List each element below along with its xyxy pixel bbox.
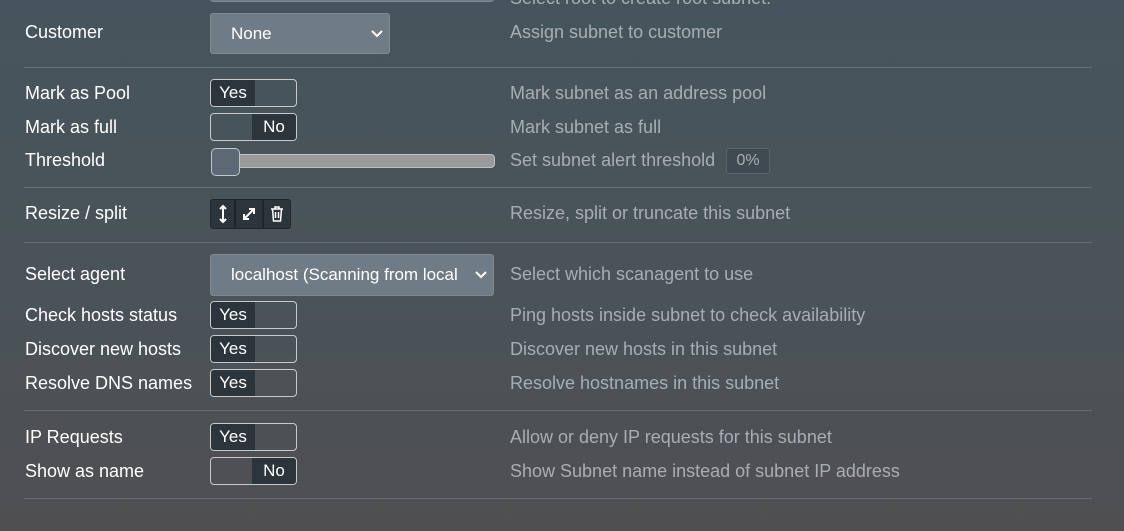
threshold-help: Set subnet alert threshold <box>510 150 716 170</box>
resize-help: Resize, split or truncate this subnet <box>510 203 791 223</box>
partial-select <box>210 0 494 2</box>
threshold-value-badge: 0% <box>726 148 770 174</box>
ip-requests-toggle[interactable]: Yes <box>210 423 297 451</box>
mark-pool-toggle[interactable]: Yes <box>210 79 297 107</box>
agent-select-value: localhost (Scanning from local <box>231 265 458 284</box>
check-hosts-help: Ping hosts inside subnet to check availa… <box>510 305 866 325</box>
customer-help: Assign subnet to customer <box>510 22 723 42</box>
chevron-down-icon <box>475 271 487 279</box>
resolve-dns-label: Resolve DNS names <box>25 373 193 393</box>
divider <box>24 242 1092 243</box>
ip-requests-help: Allow or deny IP requests for this subne… <box>510 427 832 447</box>
toggle-state: Yes <box>211 424 255 450</box>
discover-label: Discover new hosts <box>25 339 182 359</box>
expand-icon <box>243 208 255 220</box>
mark-full-help: Mark subnet as full <box>510 117 662 137</box>
mark-pool-help: Mark subnet as an address pool <box>510 83 767 103</box>
discover-toggle[interactable]: Yes <box>210 335 297 363</box>
divider <box>24 498 1092 499</box>
mark-full-toggle[interactable]: No <box>210 113 297 141</box>
resize-vertical-icon <box>218 204 227 224</box>
resize-button-group <box>210 199 291 229</box>
resize-label: Resize / split <box>25 203 128 223</box>
partial-help-text: Select root to create root subnet. <box>510 0 771 9</box>
customer-select[interactable]: None <box>210 13 390 54</box>
show-name-label: Show as name <box>25 461 145 481</box>
ip-requests-label: IP Requests <box>25 427 123 447</box>
mark-full-label: Mark as full <box>25 117 118 137</box>
toggle-state: Yes <box>211 80 255 106</box>
show-name-help: Show Subnet name instead of subnet IP ad… <box>510 461 900 481</box>
show-name-toggle[interactable]: No <box>210 457 297 485</box>
agent-select[interactable]: localhost (Scanning from local <box>210 254 494 296</box>
toggle-state: Yes <box>211 370 255 396</box>
split-button[interactable] <box>235 199 263 229</box>
divider <box>24 187 1092 188</box>
toggle-state: Yes <box>211 302 255 328</box>
customer-select-value: None <box>231 23 272 43</box>
check-hosts-label: Check hosts status <box>25 305 178 325</box>
truncate-button[interactable] <box>263 199 291 229</box>
mark-pool-label: Mark as Pool <box>25 83 131 103</box>
trash-icon <box>271 206 283 222</box>
discover-help: Discover new hosts in this subnet <box>510 339 778 359</box>
toggle-state: No <box>252 114 296 140</box>
resolve-dns-help: Resolve hostnames in this subnet <box>510 373 780 393</box>
toggle-state: No <box>252 458 296 484</box>
resolve-dns-toggle[interactable]: Yes <box>210 369 297 397</box>
customer-label: Customer <box>25 22 104 42</box>
agent-help: Select which scanagent to use <box>510 264 754 284</box>
threshold-slider-handle[interactable] <box>211 148 240 176</box>
agent-label: Select agent <box>25 264 126 284</box>
chevron-down-icon <box>371 29 383 37</box>
divider <box>24 67 1092 68</box>
resize-button[interactable] <box>210 199 235 229</box>
toggle-state: Yes <box>211 336 255 362</box>
threshold-slider-track[interactable] <box>212 154 495 168</box>
threshold-label: Threshold <box>25 150 106 170</box>
check-hosts-toggle[interactable]: Yes <box>210 301 297 329</box>
divider <box>24 410 1092 411</box>
